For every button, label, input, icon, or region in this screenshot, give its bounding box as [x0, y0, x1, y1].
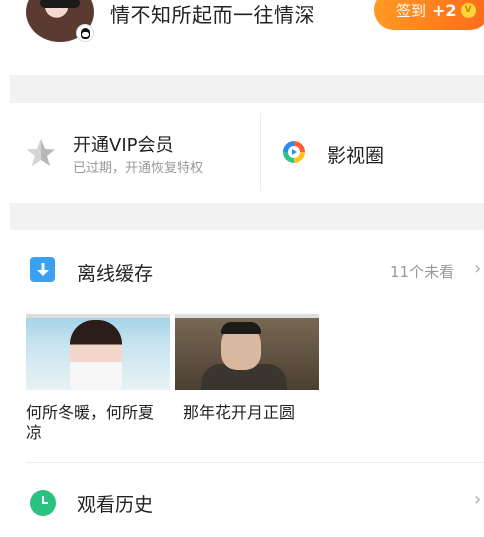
unwatched-count: 11个未看 — [390, 263, 455, 281]
video-circle-icon[interactable] — [282, 140, 306, 164]
video-title[interactable]: 何所冬暖，何所夏凉 — [26, 403, 162, 443]
avatar-glasses — [40, 0, 80, 8]
vip-title: 开通VIP会员 — [73, 135, 174, 156]
video-thumbnail[interactable] — [26, 314, 170, 390]
vcoin-icon: V — [460, 2, 476, 18]
offline-cache-title: 离线缓存 — [77, 263, 154, 285]
download-icon — [30, 257, 55, 282]
username[interactable]: 情不知所起而一往情深 — [110, 0, 315, 28]
vip-row: 开通VIP会员 已过期，开通恢复特权 影视圈 — [0, 103, 484, 203]
qq-icon — [76, 24, 94, 42]
chevron-right-icon: › — [474, 489, 482, 510]
section-divider — [10, 75, 484, 103]
clock-icon — [30, 490, 56, 516]
chevron-right-icon: › — [474, 258, 482, 279]
star-icon — [27, 139, 55, 166]
watch-history-title: 观看历史 — [77, 494, 154, 516]
watch-history-row[interactable]: 观看历史 › — [0, 463, 484, 537]
vip-subtitle: 已过期，开通恢复特权 — [73, 161, 204, 176]
signin-bonus: +2 — [432, 0, 457, 20]
video-circle-label[interactable]: 影视圈 — [327, 141, 384, 168]
profile-header: 情不知所起而一往情深 签到 +2 V — [0, 0, 484, 75]
signin-label: 签到 — [396, 1, 427, 20]
vertical-divider — [260, 113, 261, 191]
signin-button[interactable]: 签到 +2 V — [374, 0, 484, 30]
offline-cache-row[interactable]: 离线缓存 11个未看 › — [0, 230, 484, 300]
thumbnail-figure — [70, 320, 122, 390]
video-thumbnail[interactable] — [175, 314, 319, 390]
section-divider — [10, 203, 484, 230]
video-title[interactable]: 那年花开月正圆 — [183, 403, 323, 423]
